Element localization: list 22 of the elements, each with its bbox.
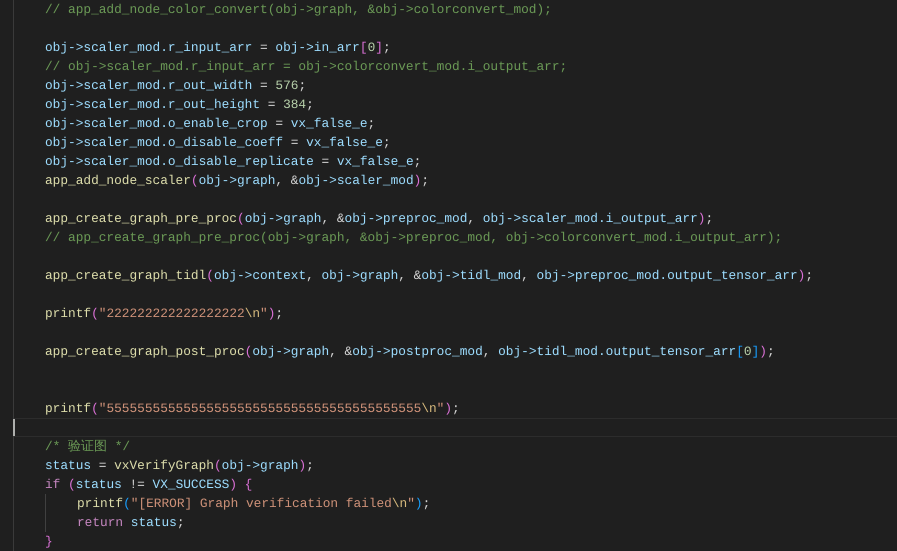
code-line: obj->scaler_mod.o_disable_coeff = vx_false_e; <box>45 134 391 152</box>
code-line: // obj->scaler_mod.r_input_arr = obj->colorconvert_mod.i_output_arr; <box>45 58 568 76</box>
code-line: printf("55555555555555555555555555555555555555555\n"); <box>45 400 460 418</box>
code-line: /* 验证图 */ <box>45 438 130 456</box>
code-line: // app_add_node_color_convert(obj->graph, &obj->colorconvert_mod); <box>45 1 552 19</box>
code-line: app_create_graph_tidl(obj->context, obj->graph, &obj->tidl_mod, obj->preproc_mod.output_tensor_arr); <box>45 267 814 285</box>
text-cursor <box>13 419 15 436</box>
code-line: printf("[ERROR] Graph verification failed\n"); <box>77 495 430 513</box>
code-line: return status; <box>77 514 185 532</box>
code-line: obj->scaler_mod.o_enable_crop = vx_false_e; <box>45 115 376 133</box>
code-line: } <box>45 533 53 551</box>
code-line: app_create_graph_pre_proc(obj->graph, &obj->preproc_mod, obj->scaler_mod.i_output_arr); <box>45 210 714 228</box>
code-line: app_create_graph_post_proc(obj->graph, &obj->postproc_mod, obj->tidl_mod.output_tensor_arr[0]); <box>45 343 775 361</box>
code-line: if (status != VX_SUCCESS) { <box>45 476 252 494</box>
code-line: printf("222222222222222222\n"); <box>45 305 284 323</box>
code-line: app_add_node_scaler(obj->graph, &obj->scaler_mod); <box>45 172 430 190</box>
code-line: obj->scaler_mod.r_input_arr = obj->in_arr[0]; <box>45 39 391 57</box>
code-line: obj->scaler_mod.r_out_width = 576; <box>45 77 306 95</box>
code-line: obj->scaler_mod.r_out_height = 384; <box>45 96 314 114</box>
code-line: status = vxVerifyGraph(obj->graph); <box>45 457 314 475</box>
code-line: obj->scaler_mod.o_disable_replicate = vx_false_e; <box>45 153 422 171</box>
code-line: // app_create_graph_pre_proc(obj->graph, &obj->preproc_mod, obj->colorconvert_mod.i_output_arr); <box>45 229 782 247</box>
